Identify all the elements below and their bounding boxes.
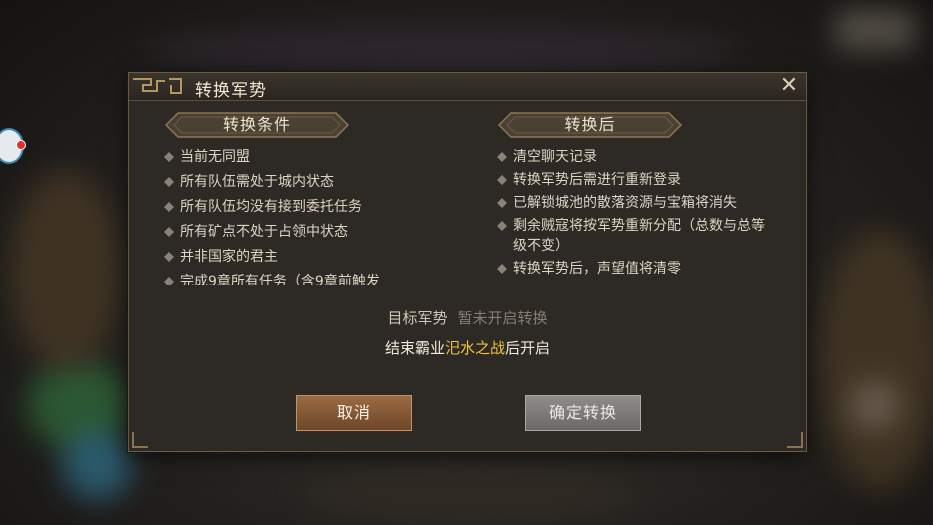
conditions-header: 转换条件 [164,111,350,139]
unlock-note-highlight: 汜水之战 [444,339,505,357]
conditions-section: 转换条件 当前无同盟 所有队伍需处于城内状态 所有队伍均没有接到委托任务 所有矿… [164,111,464,285]
after-header-label: 转换后 [564,115,616,134]
close-icon[interactable]: ✕ [778,75,800,98]
diamond-bullet-icon [497,152,507,162]
diamond-bullet-icon [497,264,507,274]
list-item: 所有矿点不处于占领中状态 [164,222,464,242]
target-faction-value: 暂未开启转换 [457,309,548,327]
dialog-title: 转换军势 [195,81,267,101]
list-item: 转换军势后，声望值将清零 [497,259,777,279]
title-ornament-icon [133,78,182,94]
diamond-bullet-icon [497,175,507,185]
list-item: 完成9章所有任务（含9章前触发 [164,272,464,285]
target-faction-label: 目标军势 [387,309,448,327]
list-item: 所有队伍均没有接到委托任务 [164,197,464,217]
after-list[interactable]: 清空聊天记录 转换军势后需进行重新登录 已解锁城池的散落资源与宝箱将消失 剩余贼… [497,147,777,285]
list-item: 清空聊天记录 [497,147,777,167]
corner-ornament [787,432,803,448]
list-item: 所有队伍需处于城内状态 [164,172,464,192]
list-item: 剩余贼寇将按军势重新分配（总数与总等级不变） [497,216,777,256]
diamond-bullet-icon [164,202,174,212]
unlock-note: 结束霸业汜水之战后开启 [129,337,806,358]
target-faction-row: 目标军势 暂未开启转换 [129,307,806,328]
chat-bubble-icon[interactable] [0,128,26,164]
diamond-bullet-icon [164,177,174,187]
list-item: 并非国家的君主 [164,247,464,267]
conditions-header-label: 转换条件 [222,115,291,134]
list-item: 当前无同盟 [164,147,464,167]
unlock-note-prefix: 结束霸业 [384,339,445,357]
dialog-title-bar: 转换军势 ✕ [129,73,806,101]
list-item: 转换军势后需进行重新登录 [497,170,777,190]
diamond-bullet-icon [164,152,174,162]
cancel-button[interactable]: 取消 [296,395,412,431]
conditions-list: 当前无同盟 所有队伍需处于城内状态 所有队伍均没有接到委托任务 所有矿点不处于占… [164,147,464,285]
diamond-bullet-icon [497,221,507,231]
diamond-bullet-icon [164,277,174,285]
unlock-note-suffix: 后开启 [505,339,551,357]
after-section: 转换后 清空聊天记录 转换军势后需进行重新登录 已解锁城池的散落资源与宝箱将消失… [497,111,777,285]
list-item: 已解锁城池的散落资源与宝箱将消失 [497,193,777,213]
diamond-bullet-icon [164,227,174,237]
after-header: 转换后 [497,111,683,139]
confirm-convert-button[interactable]: 确定转换 [525,395,641,431]
convert-faction-dialog: 转换军势 ✕ 转换条件 当前无同盟 所有队伍需处于城内状态 所有队伍均没有接到委… [128,72,807,452]
diamond-bullet-icon [497,198,507,208]
corner-ornament [132,432,148,448]
diamond-bullet-icon [164,252,174,262]
